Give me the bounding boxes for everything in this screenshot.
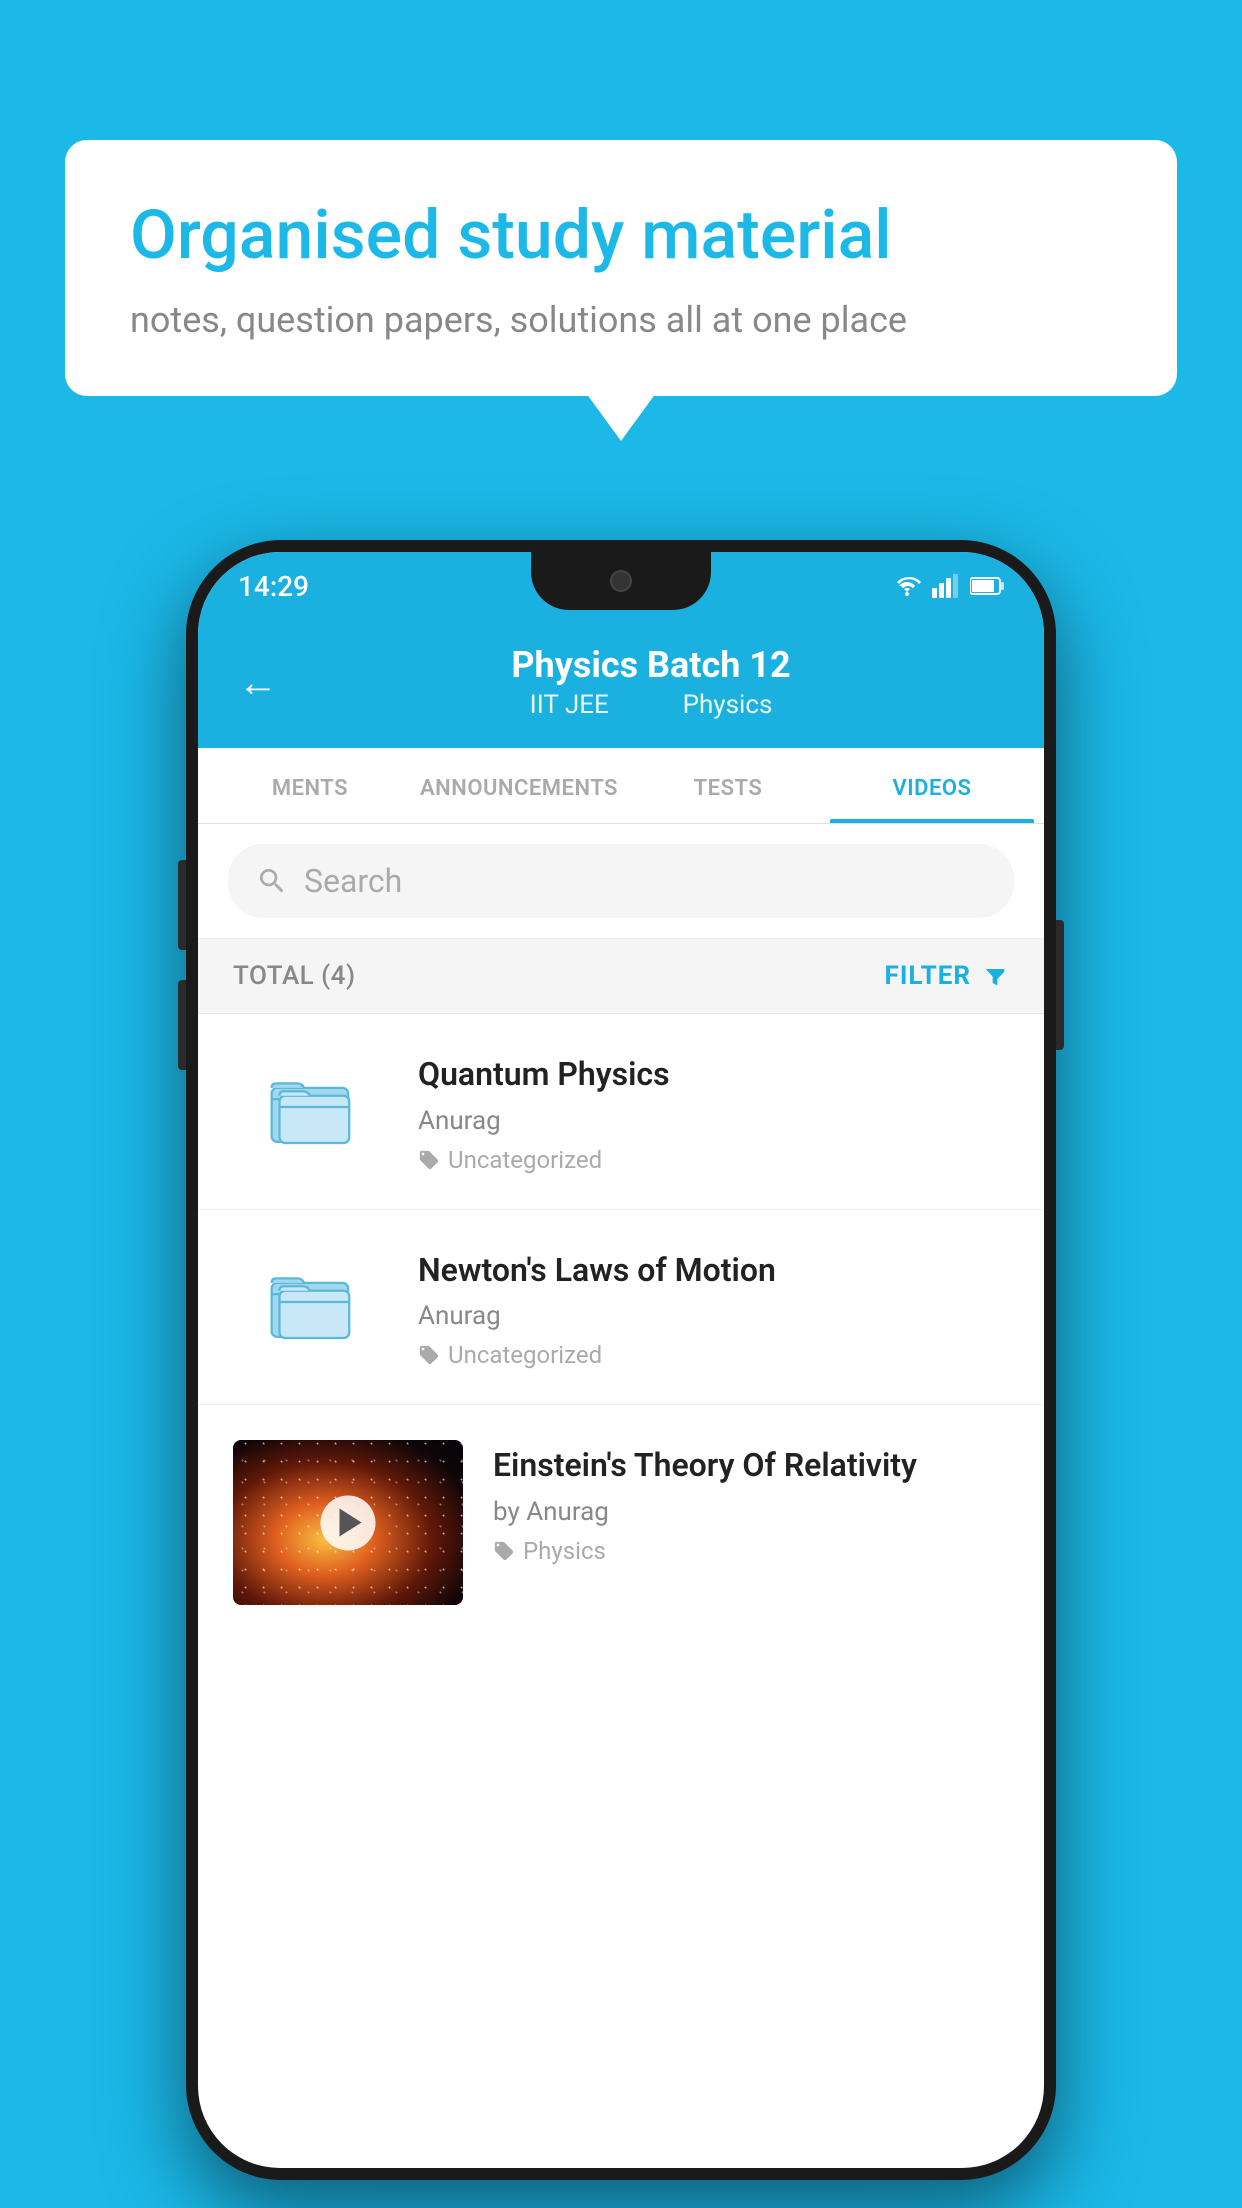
phone: 14:29: [186, 540, 1056, 2180]
back-button[interactable]: ←: [238, 659, 278, 706]
phone-body: 14:29: [186, 540, 1056, 2180]
tab-ments[interactable]: MENTS: [208, 748, 412, 823]
einstein-title: Einstein's Theory Of Relativity: [493, 1445, 1009, 1487]
newtons-laws-thumbnail: [233, 1245, 388, 1360]
app-bar-subtitle-part1: IIT JEE: [530, 690, 609, 720]
tag-icon-1: [418, 1149, 440, 1171]
hero-subtitle: notes, question papers, solutions all at…: [130, 299, 1112, 341]
battery-icon: [970, 576, 1004, 596]
volume-down-button: [178, 980, 186, 1070]
filter-row: TOTAL (4) FILTER: [198, 939, 1044, 1014]
status-bar: 14:29: [198, 552, 1044, 620]
speech-bubble-container: Organised study material notes, question…: [65, 140, 1177, 396]
app-bar-title: Physics Batch 12: [298, 644, 1004, 686]
tab-announcements-label: ANNOUNCEMENTS: [420, 776, 618, 801]
app-bar-subtitle: IIT JEE Physics: [298, 690, 1004, 720]
power-button: [1056, 920, 1064, 1050]
search-placeholder[interactable]: Search: [304, 862, 402, 900]
einstein-tag: Physics: [493, 1537, 1009, 1565]
newtons-laws-info: Newton's Laws of Motion Anurag Uncategor…: [418, 1245, 1009, 1370]
signal-icon: [932, 574, 960, 598]
einstein-tag-label: Physics: [523, 1537, 606, 1565]
einstein-thumbnail: [233, 1440, 463, 1605]
speech-bubble: Organised study material notes, question…: [65, 140, 1177, 396]
quantum-physics-author: Anurag: [418, 1106, 1009, 1136]
newtons-laws-tag: Uncategorized: [418, 1341, 1009, 1369]
quantum-physics-thumbnail: [233, 1049, 388, 1164]
video-item-quantum-physics[interactable]: Quantum Physics Anurag Uncategorized: [198, 1014, 1044, 1210]
newtons-laws-author: Anurag: [418, 1301, 1009, 1331]
total-label: TOTAL (4): [233, 961, 356, 991]
filter-icon: [981, 962, 1009, 990]
folder-icon-1: [266, 1067, 356, 1147]
play-button[interactable]: [321, 1495, 376, 1550]
front-camera: [610, 570, 632, 592]
tab-bar: MENTS ANNOUNCEMENTS TESTS VIDEOS: [198, 748, 1044, 824]
play-triangle-icon: [339, 1509, 361, 1537]
tab-announcements[interactable]: ANNOUNCEMENTS: [412, 748, 626, 823]
video-list: Quantum Physics Anurag Uncategorized: [198, 1014, 1044, 1625]
phone-notch: [531, 552, 711, 610]
app-bar: ← Physics Batch 12 IIT JEE Physics: [198, 620, 1044, 748]
status-icons: [892, 574, 1004, 598]
quantum-physics-title: Quantum Physics: [418, 1054, 1009, 1096]
tab-tests-label: TESTS: [694, 776, 763, 801]
filter-button[interactable]: FILTER: [885, 961, 1009, 991]
video-item-newtons-laws[interactable]: Newton's Laws of Motion Anurag Uncategor…: [198, 1210, 1044, 1406]
app-bar-subtitle-part2: Physics: [683, 690, 773, 720]
search-input-wrapper[interactable]: Search: [228, 844, 1014, 918]
einstein-author: by Anurag: [493, 1497, 1009, 1527]
app-bar-subtitle-separator: [639, 690, 652, 720]
hero-title: Organised study material: [130, 195, 1112, 277]
einstein-info: Einstein's Theory Of Relativity by Anura…: [493, 1440, 1009, 1565]
search-icon: [256, 865, 288, 897]
wifi-icon: [892, 574, 922, 598]
folder-icon-2: [266, 1262, 356, 1342]
status-time: 14:29: [238, 570, 309, 603]
newtons-laws-title: Newton's Laws of Motion: [418, 1250, 1009, 1292]
tab-ments-label: MENTS: [272, 776, 348, 801]
phone-screen: 14:29: [198, 552, 1044, 2168]
app-bar-title-section: Physics Batch 12 IIT JEE Physics: [298, 644, 1004, 720]
tab-tests[interactable]: TESTS: [626, 748, 830, 823]
quantum-physics-info: Quantum Physics Anurag Uncategorized: [418, 1049, 1009, 1174]
video-item-einstein[interactable]: Einstein's Theory Of Relativity by Anura…: [198, 1405, 1044, 1625]
search-container: Search: [198, 824, 1044, 939]
tag-icon-2: [418, 1344, 440, 1366]
newtons-laws-tag-label: Uncategorized: [448, 1341, 602, 1369]
tag-icon-3: [493, 1540, 515, 1562]
quantum-physics-tag-label: Uncategorized: [448, 1146, 602, 1174]
filter-label: FILTER: [885, 961, 971, 991]
quantum-physics-tag: Uncategorized: [418, 1146, 1009, 1174]
volume-up-button: [178, 860, 186, 950]
tab-videos[interactable]: VIDEOS: [830, 748, 1034, 823]
tab-videos-label: VIDEOS: [893, 776, 972, 801]
